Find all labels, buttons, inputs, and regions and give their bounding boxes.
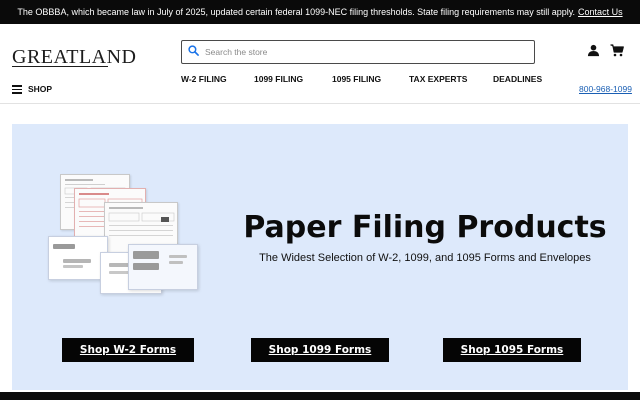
nav-1095-filing[interactable]: 1095 FILING [332, 74, 381, 86]
cart-icon[interactable] [610, 44, 624, 58]
forms-illustration [48, 172, 208, 294]
envelope [128, 244, 198, 290]
search-icon[interactable] [188, 43, 199, 61]
hero-title: Paper Filing Products [243, 210, 607, 245]
shop-w2-forms-button[interactable]: Shop W-2 Forms [62, 338, 194, 362]
announcement-text: The OBBBA, which became law in July of 2… [17, 7, 576, 17]
shop-1099-forms-button[interactable]: Shop 1099 Forms [251, 338, 389, 362]
hamburger-menu-icon [12, 85, 22, 94]
nav-deadlines[interactable]: DEADLINES [493, 74, 542, 86]
shop-menu-button[interactable]: SHOP [12, 84, 52, 94]
search-bar[interactable] [181, 40, 535, 64]
search-input[interactable] [205, 47, 505, 57]
logo-underline [12, 66, 108, 67]
phone-link[interactable]: 800-968-1099 [579, 84, 632, 94]
shop-label: SHOP [28, 84, 53, 94]
envelope [48, 236, 108, 280]
header-divider [0, 103, 640, 104]
shop-1095-forms-button[interactable]: Shop 1095 Forms [443, 338, 581, 362]
footer-strip [0, 392, 640, 400]
nav-w2-filing[interactable]: W-2 FILING [181, 74, 227, 86]
hero-subtitle: The Widest Selection of W-2, 1099, and 1… [259, 252, 591, 264]
nav-tax-experts[interactable]: TAX EXPERTS [409, 74, 467, 86]
contact-us-link[interactable]: Contact Us [578, 7, 623, 17]
hero-banner: Paper Filing Products The Widest Selecti… [12, 124, 628, 390]
announcement-bar: The OBBBA, which became law in July of 2… [0, 0, 640, 24]
user-icon[interactable] [587, 44, 601, 58]
nav-1099-filing[interactable]: 1099 FILING [254, 74, 303, 86]
